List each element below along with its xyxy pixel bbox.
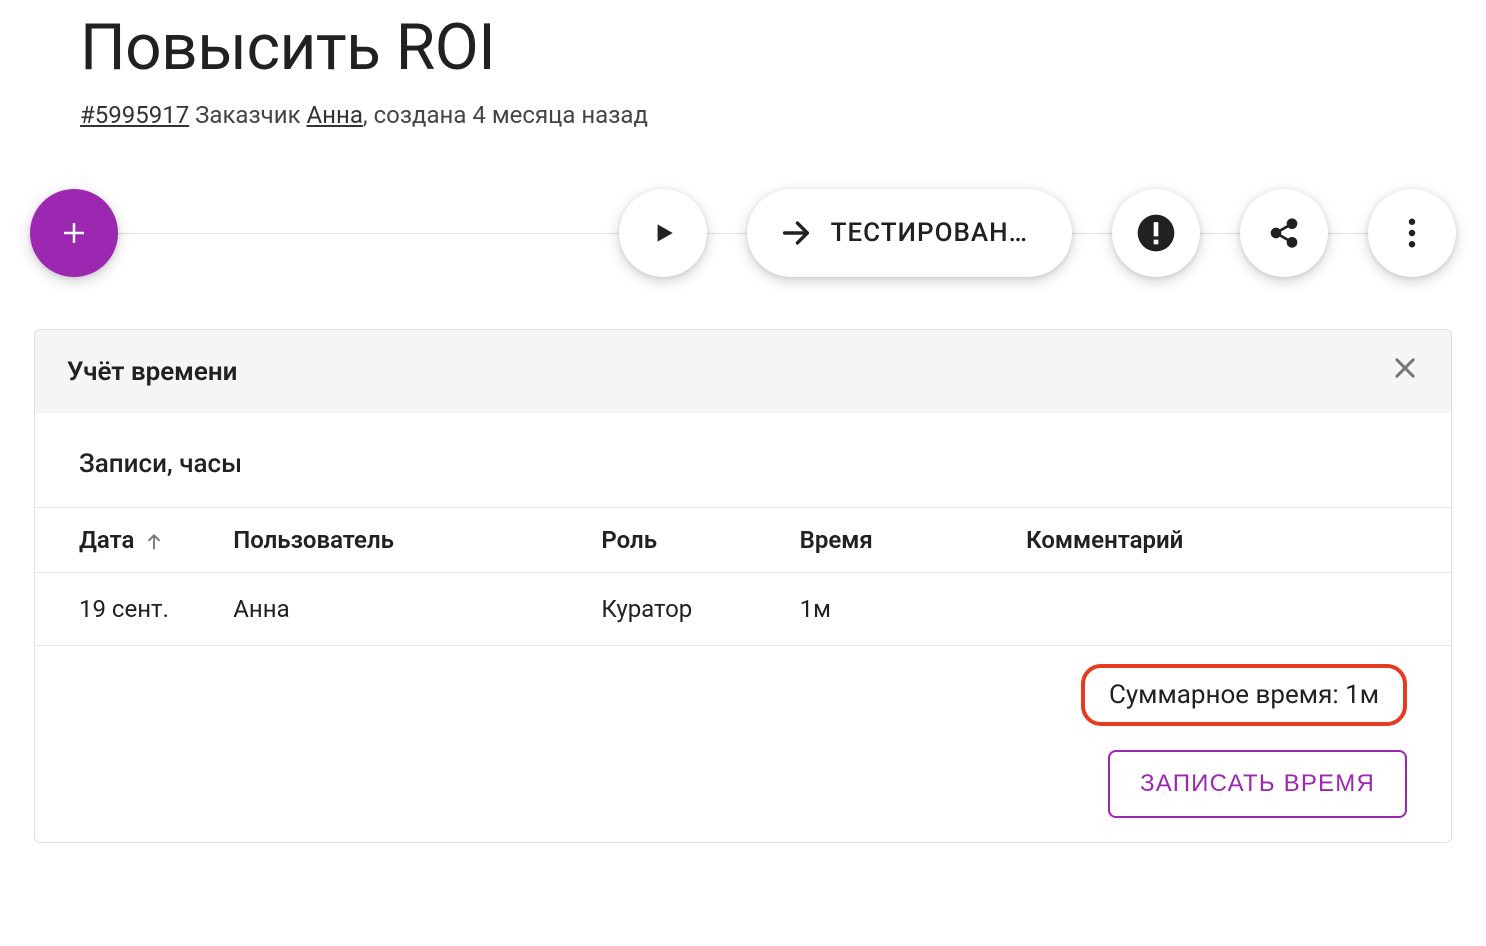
customer-link[interactable]: Анна xyxy=(307,101,363,129)
sort-asc-icon xyxy=(144,532,164,552)
plus-icon xyxy=(59,218,89,248)
col-date-header[interactable]: Дата xyxy=(35,508,233,573)
alert-icon xyxy=(1136,213,1176,253)
close-icon xyxy=(1391,354,1419,382)
panel-title: Учёт времени xyxy=(67,357,237,387)
page-title: Повысить ROI xyxy=(80,10,1456,85)
cell-comment xyxy=(1026,573,1451,646)
status-label: ТЕСТИРОВАН… xyxy=(831,218,1028,248)
close-button[interactable] xyxy=(1391,354,1419,389)
add-button[interactable] xyxy=(30,189,118,277)
cell-time: 1м xyxy=(800,573,1027,646)
status-button[interactable]: ТЕСТИРОВАН… xyxy=(747,189,1072,277)
share-button[interactable] xyxy=(1240,189,1328,277)
alert-button[interactable] xyxy=(1112,189,1200,277)
time-entries-table: Дата Пользователь Роль Время Комментарий… xyxy=(35,507,1451,646)
col-time-header[interactable]: Время xyxy=(800,508,1027,573)
section-label: Записи, часы xyxy=(35,449,1451,507)
share-icon xyxy=(1268,217,1300,249)
time-tracking-panel: Учёт времени Записи, часы Дата Пользоват… xyxy=(34,329,1452,843)
play-button[interactable] xyxy=(619,189,707,277)
arrow-right-icon xyxy=(779,216,813,250)
cell-date: 19 сент. xyxy=(35,573,233,646)
play-icon xyxy=(650,220,676,246)
cell-role: Куратор xyxy=(601,573,799,646)
col-comment-header[interactable]: Комментарий xyxy=(1026,508,1451,573)
more-vertical-icon xyxy=(1408,218,1416,248)
col-role-header[interactable]: Роль xyxy=(601,508,799,573)
panel-header: Учёт времени xyxy=(35,330,1451,413)
table-row[interactable]: 19 сент. Анна Куратор 1м xyxy=(35,573,1451,646)
more-button[interactable] xyxy=(1368,189,1456,277)
summary-total: Суммарное время: 1м xyxy=(1081,664,1407,726)
task-id-link[interactable]: #5995917 xyxy=(80,101,189,129)
action-bar: ТЕСТИРОВАН… xyxy=(30,185,1456,281)
log-time-button[interactable]: ЗАПИСАТЬ ВРЕМЯ xyxy=(1108,750,1407,818)
customer-prefix: Заказчик xyxy=(189,101,306,129)
task-meta: #5995917 Заказчик Анна, создана 4 месяца… xyxy=(80,101,1456,129)
cell-user: Анна xyxy=(233,573,601,646)
created-text: , создана 4 месяца назад xyxy=(363,101,648,129)
col-user-header[interactable]: Пользователь xyxy=(233,508,601,573)
